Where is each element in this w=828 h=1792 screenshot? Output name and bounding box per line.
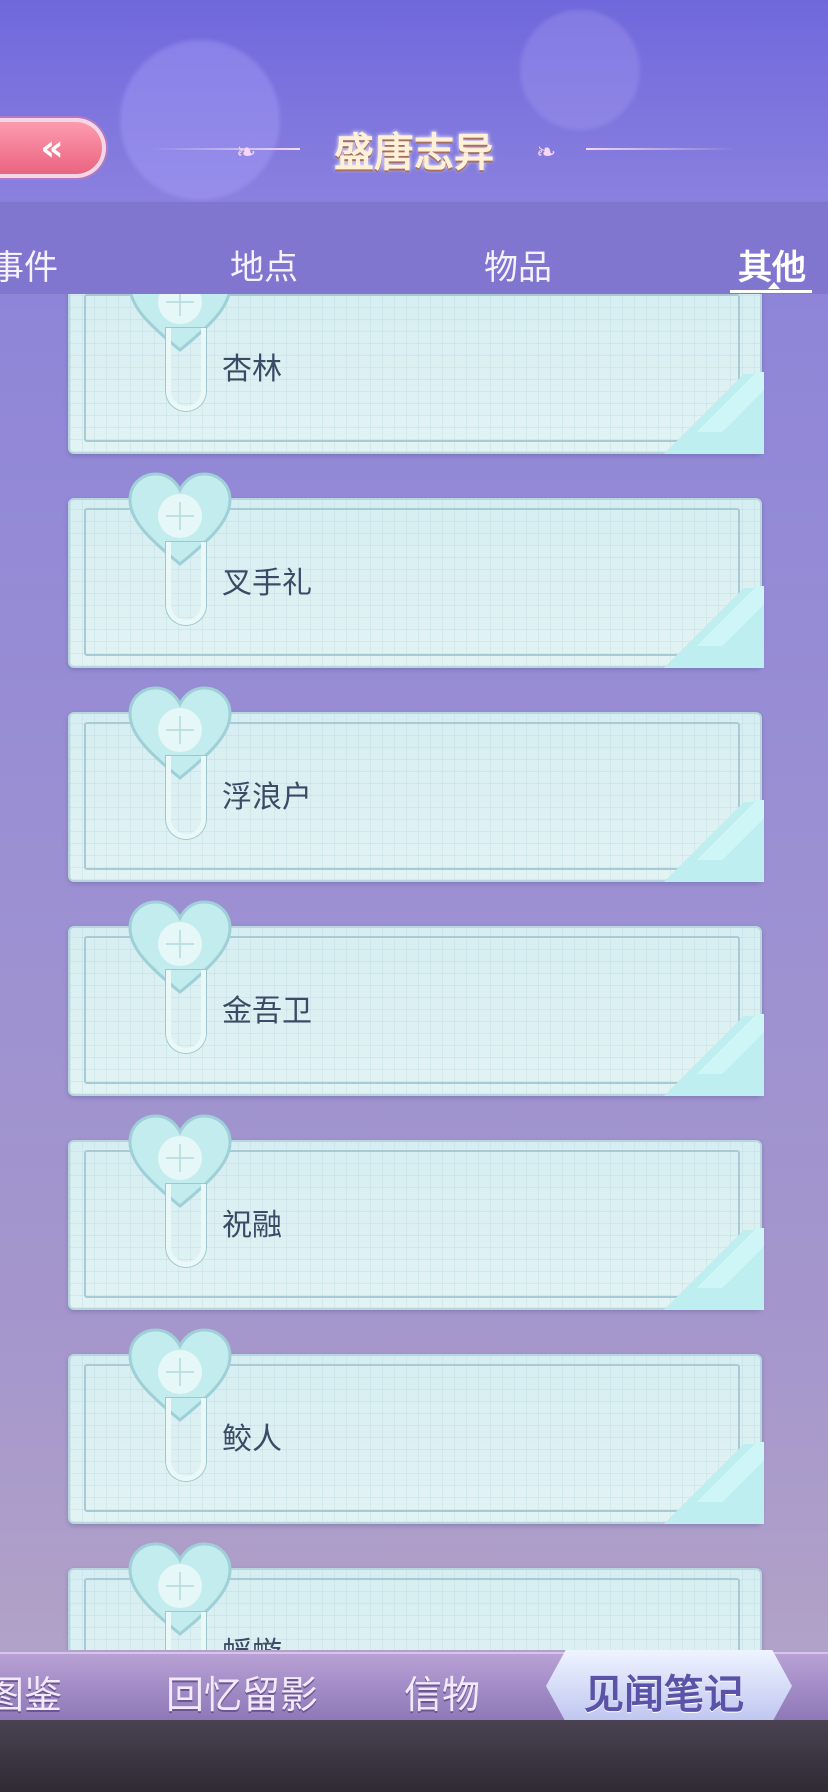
tab-events[interactable]: 事件 — [0, 240, 58, 289]
entry-label: 蜉蝣 — [222, 1628, 282, 1650]
list-item[interactable]: 杏林 — [68, 294, 764, 454]
tab-places[interactable]: 地点 — [230, 240, 298, 289]
card-corner-ribbon — [684, 372, 764, 432]
footer-bar — [0, 1720, 828, 1792]
category-tabs: 事件 地点 物品 其他 — [0, 202, 828, 294]
heart-clip — [128, 472, 232, 625]
nav-keepsakes[interactable]: 信物 — [404, 1664, 480, 1719]
nav-notes[interactable]: 见闻笔记 — [584, 1662, 744, 1720]
active-tab-caret-icon — [768, 282, 780, 289]
entry-label: 杏林 — [222, 352, 282, 387]
page-title: 盛唐志异 — [334, 130, 494, 176]
card-corner-ribbon — [684, 1228, 764, 1288]
list-item[interactable]: 叉手礼 — [68, 472, 764, 668]
paperclip-icon — [166, 1612, 206, 1650]
heart-clip — [128, 686, 232, 839]
list-item[interactable]: 鲛人 — [68, 1328, 764, 1524]
entry-label: 鲛人 — [222, 1422, 282, 1457]
entry-label: 叉手礼 — [222, 566, 312, 601]
active-tab-underline — [730, 290, 812, 293]
paperclip-icon — [166, 970, 206, 1053]
paperclip-icon — [166, 756, 206, 839]
decorative-glow — [520, 10, 640, 130]
card-corner-ribbon — [684, 586, 764, 646]
heart-clip — [128, 1328, 232, 1481]
heart-clip — [128, 900, 232, 1053]
list-item[interactable]: 金吾卫 — [68, 900, 764, 1096]
list-item[interactable]: 祝融 — [68, 1114, 764, 1310]
swirl-ornament-icon: ❧ — [536, 138, 557, 166]
entry-label: 金吾卫 — [222, 994, 312, 1029]
entry-list[interactable]: 杏林 叉手礼 浮浪户 金吾卫 祝融 鲛人 — [0, 294, 828, 1650]
list-item[interactable]: 蜉蝣 — [68, 1542, 762, 1650]
paperclip-icon — [166, 542, 206, 625]
heart-clip — [128, 1114, 232, 1267]
paperclip-icon — [166, 1184, 206, 1267]
card-corner-ribbon — [684, 800, 764, 860]
tab-items[interactable]: 物品 — [484, 240, 552, 289]
paperclip-icon — [166, 1398, 206, 1481]
card-corner-ribbon — [684, 1442, 764, 1502]
heart-clip — [128, 1542, 232, 1650]
title-ornament-right — [586, 148, 736, 150]
heart-clip — [128, 294, 232, 411]
nav-memories[interactable]: 回忆留影 — [166, 1664, 318, 1719]
entry-label: 浮浪户 — [222, 780, 312, 815]
bottom-nav: 图鉴 回忆留影 信物 见闻笔记 — [0, 1650, 828, 1722]
nav-collection[interactable]: 图鉴 — [0, 1664, 62, 1719]
card-corner-ribbon — [684, 1014, 764, 1074]
entry-label: 祝融 — [222, 1208, 282, 1243]
list-item[interactable]: 浮浪户 — [68, 686, 764, 882]
paperclip-icon — [166, 328, 206, 411]
